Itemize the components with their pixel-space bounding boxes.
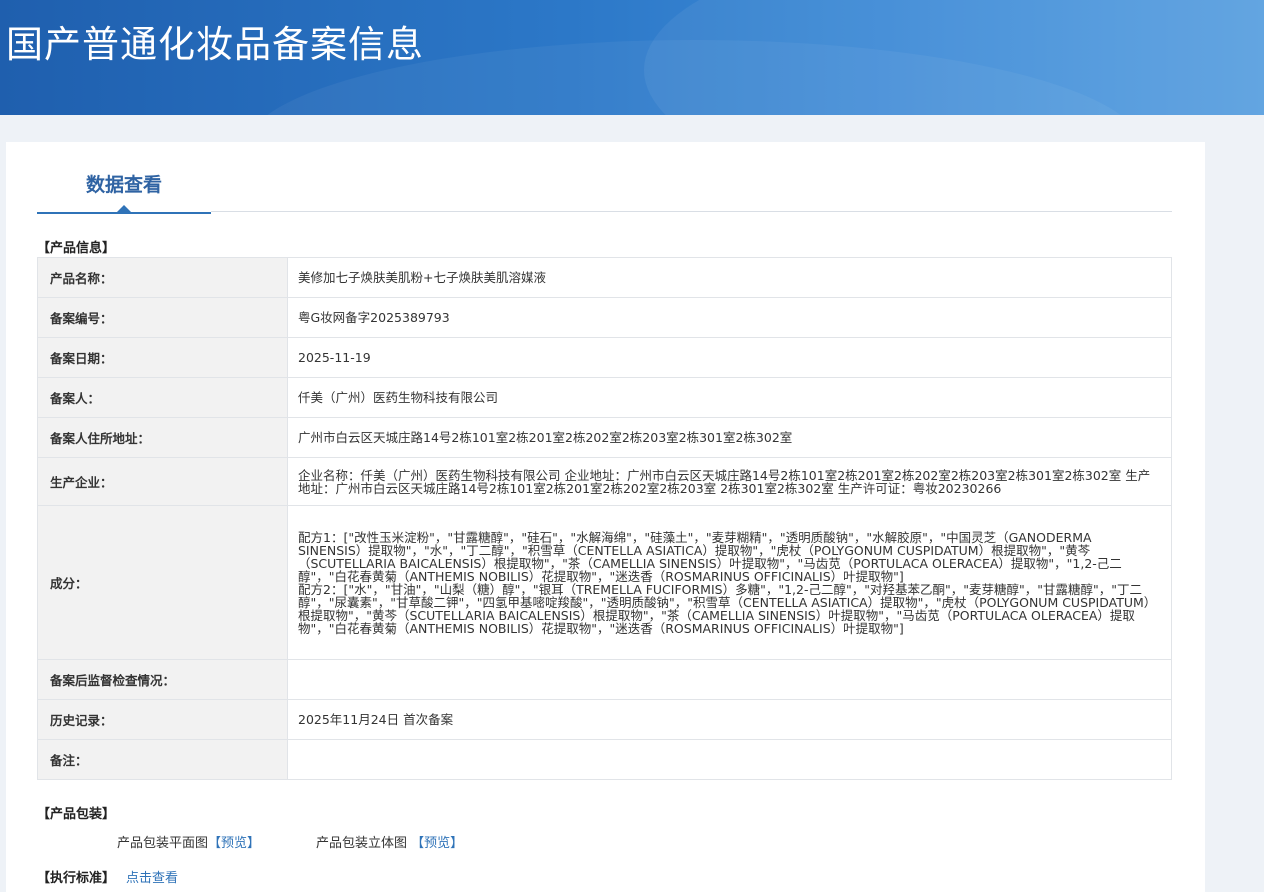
product-info-table: 产品名称： 美修加七子焕肤美肌粉+七子焕肤美肌溶媒液 备案编号： 粤G妆网备字2… — [37, 257, 1172, 780]
registration-date-value: 2025-11-19 — [287, 337, 1172, 378]
section-title-packaging: 【产品包装】 — [37, 807, 116, 822]
section-title-product-info: 【产品信息】 — [37, 241, 116, 256]
packaging-flat-label: 产品包装平面图 — [117, 836, 209, 851]
history-value: 2025年11月24日 首次备案 — [287, 699, 1172, 740]
tab-label: 数据查看 — [85, 174, 162, 196]
row-label: 备案后监督检查情况： — [37, 659, 288, 700]
table-row: 产品名称： 美修加七子焕肤美肌粉+七子焕肤美肌溶媒液 — [37, 257, 1172, 298]
packaging-solid-preview-link[interactable]: 【预览】 — [411, 836, 463, 851]
ingredients-value: 配方1：["改性玉米淀粉"，"甘露糖醇"，"硅石"，"水解海绵"，"硅藻土"，"… — [287, 505, 1172, 660]
row-label: 生产企业： — [37, 457, 288, 506]
content-card: 数据查看 【产品信息】 产品名称： 美修加七子焕肤美肌粉+七子焕肤美肌溶媒液 备… — [6, 142, 1205, 892]
packaging-flat-preview-link[interactable]: 【预览】 — [208, 836, 260, 851]
row-label: 备案人： — [37, 377, 288, 418]
remarks-value — [287, 739, 1172, 780]
table-row: 成分： 配方1：["改性玉米淀粉"，"甘露糖醇"，"硅石"，"水解海绵"，"硅藻… — [37, 505, 1172, 660]
table-row: 备注： — [37, 739, 1172, 780]
tab-active-indicator — [117, 205, 131, 212]
tab-data-view[interactable]: 数据查看 — [37, 142, 211, 214]
table-row: 备案人住所地址： 广州市白云区天城庄路14号2栋101室2栋201室2栋202室… — [37, 417, 1172, 458]
row-label: 备注： — [37, 739, 288, 780]
manufacturer-value: 企业名称：仟美（广州）医药生物科技有限公司 企业地址：广州市白云区天城庄路14号… — [287, 457, 1172, 506]
table-row: 备案后监督检查情况： — [37, 659, 1172, 700]
registration-number-value: 粤G妆网备字2025389793 — [287, 297, 1172, 338]
product-name-value: 美修加七子焕肤美肌粉+七子焕肤美肌溶媒液 — [287, 257, 1172, 298]
table-row: 生产企业： 企业名称：仟美（广州）医药生物科技有限公司 企业地址：广州市白云区天… — [37, 457, 1172, 506]
inspection-value — [287, 659, 1172, 700]
packaging-solid-label: 产品包装立体图 — [316, 836, 408, 851]
table-row: 备案人： 仟美（广州）医药生物科技有限公司 — [37, 377, 1172, 418]
table-row: 备案编号： 粤G妆网备字2025389793 — [37, 297, 1172, 338]
table-row: 历史记录： 2025年11月24日 首次备案 — [37, 699, 1172, 740]
section-title-standard: 【执行标准】 — [37, 871, 116, 886]
standard-view-link[interactable]: 点击查看 — [126, 867, 178, 886]
packaging-flat-row: 产品包装平面图【预览】 — [117, 832, 260, 851]
registrant-address-value: 广州市白云区天城庄路14号2栋101室2栋201室2栋202室2栋203室2栋3… — [287, 417, 1172, 458]
packaging-solid-row: 产品包装立体图 【预览】 — [316, 832, 463, 851]
row-label: 成分： — [37, 505, 288, 660]
page-title: 国产普通化妆品备案信息 — [6, 23, 424, 66]
tab-divider — [211, 211, 1172, 212]
table-row: 备案日期： 2025-11-19 — [37, 337, 1172, 378]
row-label: 备案日期： — [37, 337, 288, 378]
row-label: 备案人住所地址： — [37, 417, 288, 458]
header-banner: 国产普通化妆品备案信息 — [0, 0, 1264, 115]
row-label: 产品名称： — [37, 257, 288, 298]
row-label: 备案编号： — [37, 297, 288, 338]
registrant-value: 仟美（广州）医药生物科技有限公司 — [287, 377, 1172, 418]
row-label: 历史记录： — [37, 699, 288, 740]
